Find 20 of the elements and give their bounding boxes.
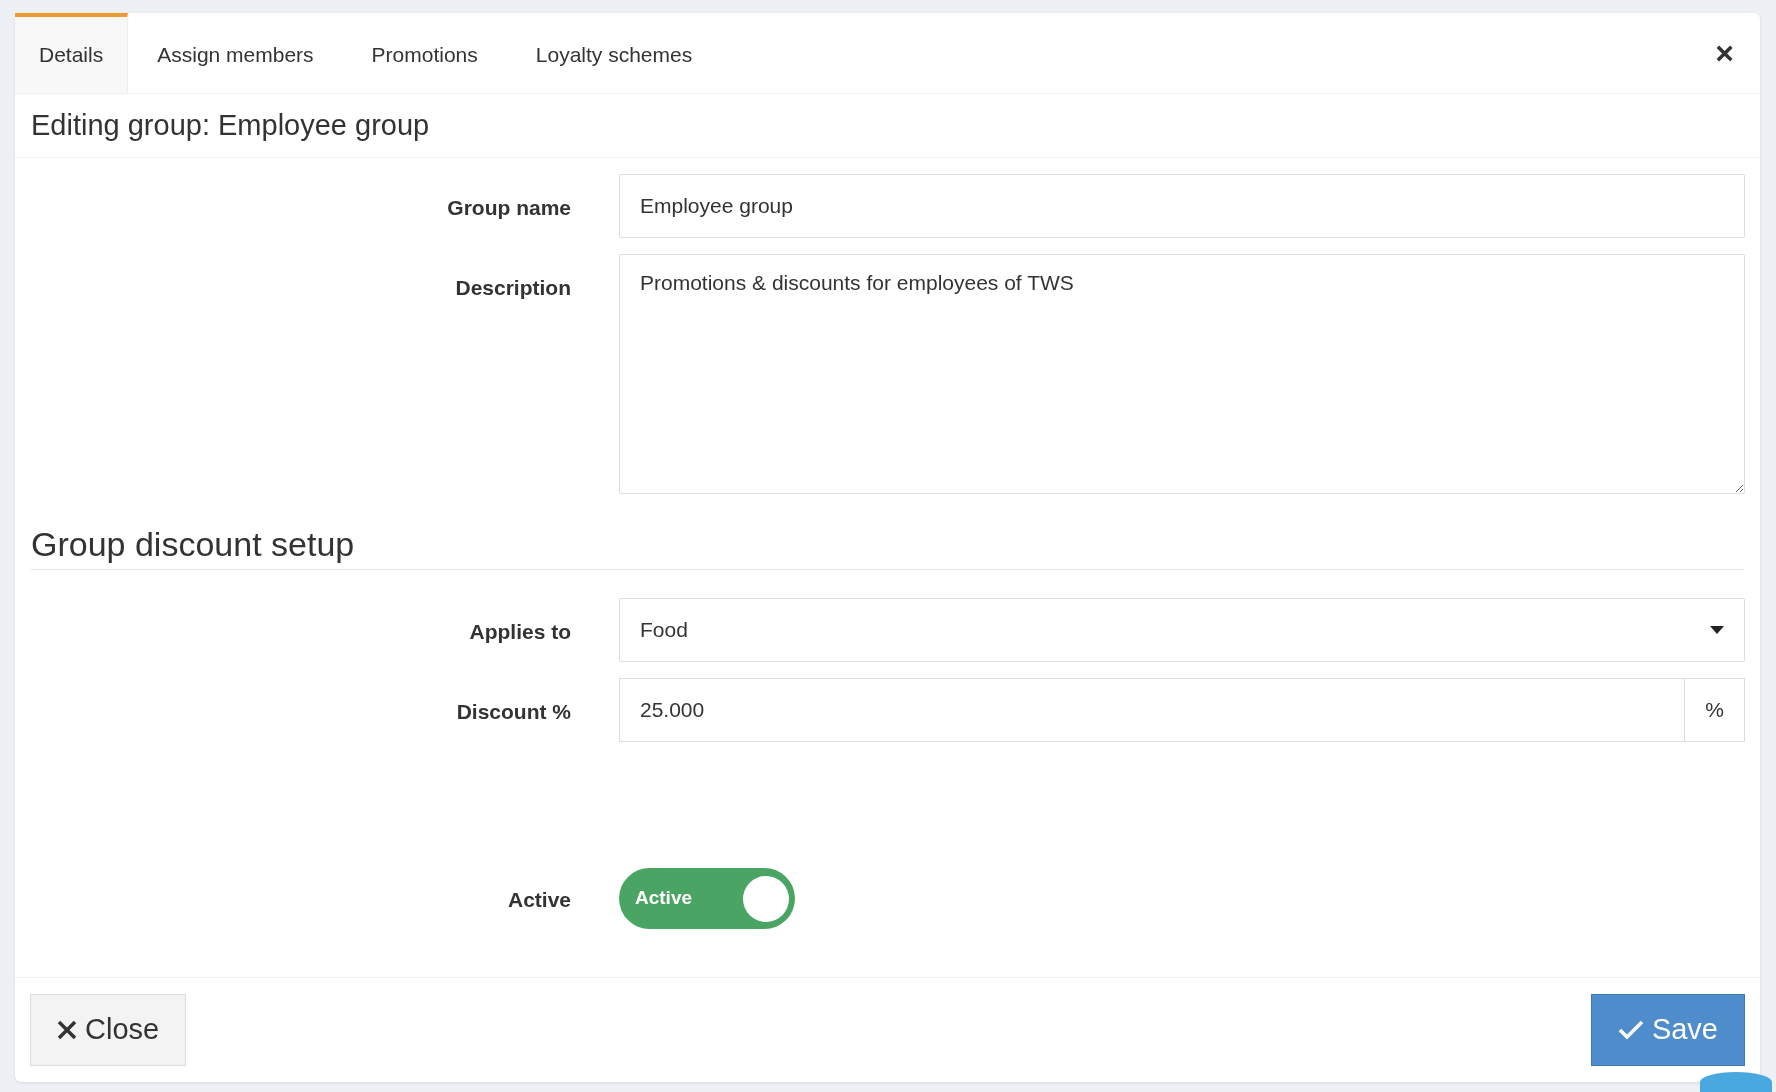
field-label: Active (506, 887, 571, 914)
field-label: Discount % (455, 699, 571, 726)
number-field[interactable]: 25.000 (619, 678, 1685, 743)
close-button[interactable]: Close (30, 994, 187, 1066)
round-button[interactable] (1700, 1072, 1772, 1092)
tab[interactable]: Details (15, 13, 129, 93)
dialog-title: Editing group: Employee group (15, 94, 1760, 158)
description-field[interactable]: Promotions & discounts for employees of TWS (619, 253, 1745, 494)
text-field[interactable]: Employee group (619, 173, 1745, 238)
save-button[interactable]: Save (1590, 994, 1745, 1066)
field-label: Applies to (468, 619, 571, 646)
close-button[interactable]: × (1689, 13, 1760, 93)
close-icon (57, 1020, 77, 1040)
caret-icon (1710, 626, 1724, 635)
select-field[interactable]: Food (619, 598, 1745, 663)
field-label: Group name (446, 194, 571, 221)
unit-label: % (1685, 678, 1745, 743)
field-label: Description (454, 274, 571, 301)
section-title: Group discount setup (31, 524, 1744, 571)
check-icon (1617, 1020, 1644, 1040)
